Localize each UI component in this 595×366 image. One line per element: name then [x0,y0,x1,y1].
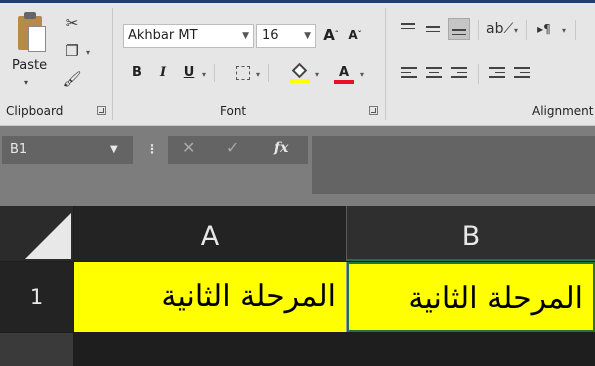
increase-indent-button[interactable] [511,62,533,84]
fill-color-button[interactable] [290,62,310,84]
row-header-1[interactable]: 1 [0,262,73,332]
grid-row-2 [0,333,595,366]
underline-dropdown-icon[interactable]: ▾ [202,70,206,79]
column-header-a[interactable]: A [74,206,346,261]
cell-b1[interactable]: المرحلة الثانية [347,262,595,332]
copy-icon[interactable]: ❐ [60,40,84,62]
fill-color-swatch [290,79,310,83]
cancel-icon[interactable]: ✕ [182,138,195,158]
enter-icon[interactable]: ✓ [226,138,239,158]
align-center-icon [426,67,442,79]
insert-function-icon[interactable]: fx [274,140,288,156]
clipboard-group-label: Clipboard [6,104,64,118]
title-bar-edge [0,0,595,3]
borders-dropdown-icon[interactable]: ▾ [256,70,260,79]
align-left-button[interactable] [398,62,420,84]
cell-a1[interactable]: المرحلة الثانية [74,262,346,332]
align-center-button[interactable] [423,62,445,84]
increase-indent-icon [514,67,530,79]
align-left-icon [401,67,417,79]
top-align-button[interactable] [398,18,420,40]
button-divider [478,64,479,84]
italic-button[interactable]: I [154,62,172,84]
shrink-font-button[interactable]: Aˇ [345,24,365,46]
chevron-down-icon: ▼ [242,31,249,41]
button-divider [575,20,576,40]
font-name-value: Akhbar MT [128,28,198,43]
group-divider [385,8,386,120]
fill-dropdown-icon[interactable]: ▾ [315,70,319,79]
chevron-down-icon: ▼ [304,31,311,41]
grow-font-label: A [323,26,335,44]
font-size-dropdown[interactable]: 16 ▼ [256,24,316,48]
formula-input[interactable] [312,136,595,194]
font-name-dropdown[interactable]: Akhbar MT ▼ [123,24,254,48]
scissors-icon[interactable]: ✂ [60,12,84,34]
paste-icon [16,12,46,54]
middle-align-icon [426,26,442,38]
bold-label: B [132,65,142,80]
button-divider [478,20,479,40]
bottom-align-icon [452,29,468,41]
font-color-dropdown-icon[interactable]: ▾ [360,70,364,79]
decrease-indent-button[interactable] [486,62,508,84]
italic-label: I [159,65,167,80]
row-header-2[interactable] [0,333,73,366]
middle-align-button[interactable] [423,18,445,40]
font-size-value: 16 [262,28,279,43]
grow-font-button[interactable]: Aˆ [321,24,341,46]
font-launcher-icon[interactable] [369,106,378,115]
bold-button[interactable]: B [128,62,146,84]
format-painter-icon[interactable]: 🖌 [60,68,84,90]
name-box-value: B1 [10,142,28,157]
select-all-icon [25,213,71,259]
select-all-button[interactable] [0,206,73,261]
ribbon: Paste ▾ ✂ ❐ ▾ 🖌 Clipboard Akhbar MT ▼ 16… [0,0,595,126]
paste-button[interactable]: Paste ▾ [8,10,56,98]
alignment-group-label: Alignment [532,104,594,118]
borders-icon[interactable] [236,66,250,80]
button-divider [268,64,269,82]
underline-label: U [183,65,195,80]
formula-buttons: ✕ ✓ fx [168,136,308,164]
top-align-icon [401,23,417,35]
button-divider [214,64,215,82]
align-right-button[interactable] [448,62,470,84]
group-divider [112,8,113,120]
font-color-button[interactable]: A [334,62,354,86]
underline-button[interactable]: U [180,62,198,84]
paste-label: Paste [12,58,48,73]
decrease-indent-icon [489,67,505,79]
name-box[interactable]: B1 ▼ [2,136,133,164]
orientation-icon[interactable]: ab⟋ [486,18,513,40]
bottom-align-button[interactable] [448,18,470,40]
align-right-icon [451,67,467,79]
clipboard-launcher-icon[interactable] [97,106,106,115]
spreadsheet-grid: A B 1 المرحلة الثانية المرحلة الثانية [0,206,595,366]
chevron-down-icon: ▼ [110,144,118,155]
text-direction-icon[interactable]: ▸¶ [532,18,556,40]
column-header-b[interactable]: B [347,206,595,261]
copy-dropdown-icon[interactable]: ▾ [86,48,90,57]
orientation-dropdown-icon[interactable]: ▾ [514,26,518,35]
formula-bar: B1 ▼ ⋮ ✕ ✓ fx [0,126,595,206]
font-group-label: Font [220,104,247,118]
paste-dropdown-icon[interactable]: ▾ [24,78,28,87]
text-direction-dropdown-icon[interactable]: ▾ [562,26,566,35]
button-divider [526,20,527,40]
font-color-swatch [334,80,354,84]
paint-bucket-icon [291,62,308,79]
shrink-font-label: A [348,28,358,42]
more-options-icon[interactable]: ⋮ [146,142,158,156]
